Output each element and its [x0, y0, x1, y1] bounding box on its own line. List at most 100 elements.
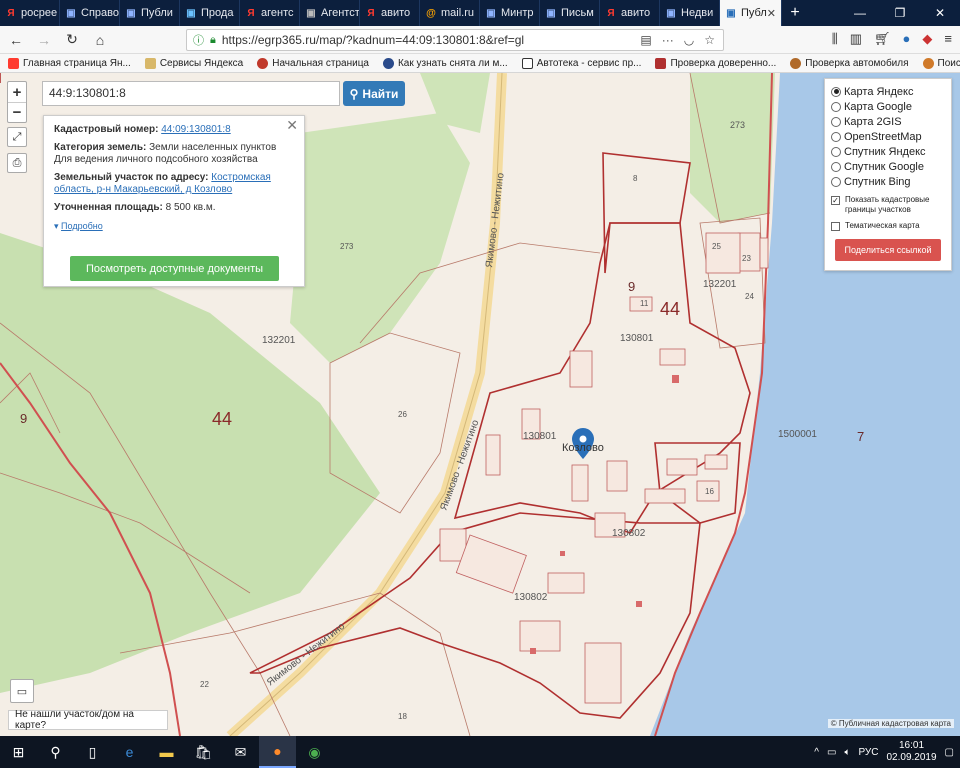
browser-tab[interactable]: @ mail.ru — [420, 0, 480, 26]
not-found-link[interactable]: Не нашли участок/дом на карте? — [8, 709, 168, 731]
browser-tab[interactable]: ▣Агентство — [300, 0, 360, 26]
map-area[interactable]: Козлово Якимово - Нежитино Якимово - Неж… — [0, 73, 960, 736]
zoom-out-button[interactable]: − — [8, 102, 26, 122]
share-link-button[interactable]: Поделиться ссылкой — [835, 239, 941, 261]
new-tab-button[interactable]: + — [782, 0, 808, 26]
search-icon[interactable]: ⚲ — [37, 736, 74, 768]
layer-option[interactable]: Карта Яндекс — [831, 84, 945, 99]
pocket-icon[interactable]: ◡ — [684, 33, 694, 47]
network-icon[interactable]: ▭ — [827, 747, 836, 758]
fullscreen-button[interactable]: ⤢ — [7, 127, 27, 147]
minimize-icon[interactable]: — — [840, 0, 880, 26]
library-icon[interactable]: ⫼ — [832, 31, 838, 47]
print-button[interactable]: ⎙ — [7, 153, 27, 173]
map-label: 16 — [705, 487, 714, 496]
browser-tab[interactable]: ▣ Письм — [540, 0, 600, 26]
mail-icon[interactable]: ✉ — [222, 736, 259, 768]
layer-option[interactable]: Карта Google — [831, 99, 945, 114]
layer-option[interactable]: Карта 2GIS — [831, 114, 945, 129]
close-icon[interactable]: ✕ — [286, 118, 298, 132]
layer-option[interactable]: Спутник Яндекс — [831, 144, 945, 159]
details-toggle[interactable]: ▾ Подробно — [54, 220, 294, 232]
volume-icon[interactable]: 🔈︎ — [844, 747, 850, 758]
cadastral-search-input[interactable]: 44:9:130801:8 — [42, 81, 340, 106]
browser-tab[interactable]: ▣ Публи — [120, 0, 180, 26]
tray-arrow-icon[interactable]: ^ — [814, 747, 819, 758]
bookmark[interactable]: Автотека - сервис пр... — [521, 57, 641, 69]
view-documents-button[interactable]: Посмотреть доступные документы — [70, 256, 279, 281]
home-icon[interactable]: ⌂ — [88, 28, 112, 52]
browser-tab[interactable]: Яавито — [600, 0, 660, 26]
chrome-icon[interactable]: ◉ — [296, 736, 333, 768]
browser-tab[interactable]: Яросрее — [0, 0, 60, 26]
windows-start-icon[interactable]: ⊞ — [0, 736, 37, 768]
yandex-icon — [8, 57, 19, 69]
browser-tab[interactable]: Яавито — [360, 0, 420, 26]
browser-tab-active[interactable]: ▣ Публ ✕ — [720, 0, 782, 26]
browser-tab[interactable]: ▣ Недви — [660, 0, 720, 26]
store-icon[interactable]: 🛍︎ — [185, 736, 222, 768]
layer-option[interactable]: Спутник Bing — [831, 174, 945, 189]
browser-tab[interactable]: ▣ Справо — [60, 0, 120, 26]
bookmark[interactable]: Поиск залога на маш... — [922, 57, 960, 69]
page-actions-icon[interactable]: ··· — [662, 33, 674, 47]
zoom-in-button[interactable]: + — [8, 82, 26, 102]
language-indicator[interactable]: РУС — [858, 747, 878, 758]
url-text[interactable]: https://egrp365.ru/map/?kadnum=44:09:130… — [222, 33, 524, 47]
bookmark-star-icon[interactable]: ☆ — [704, 33, 715, 47]
reader-view-icon[interactable]: ▤ — [640, 33, 651, 47]
bookmark[interactable]: Как узнать снята ли м... — [382, 57, 508, 69]
radio[interactable] — [831, 146, 841, 157]
forward-icon[interactable]: → — [32, 28, 56, 52]
radio[interactable] — [831, 101, 841, 112]
yandex-icon: Я — [7, 7, 15, 19]
checkbox[interactable] — [831, 222, 840, 231]
clock[interactable]: 16:01 02.09.2019 — [886, 740, 936, 764]
bookmark[interactable]: Начальная страница — [257, 57, 369, 69]
bookmark[interactable]: Проверка автомобиля — [790, 57, 909, 69]
close-icon[interactable]: ✕ — [767, 7, 776, 20]
radio[interactable] — [831, 161, 841, 172]
radio[interactable] — [831, 116, 841, 127]
reload-icon[interactable]: ↻ — [60, 28, 84, 52]
cadastral-number-link[interactable]: 44:09:130801:8 — [161, 124, 231, 135]
search-button[interactable]: ⚲ Найти — [343, 81, 405, 106]
addon-icon[interactable]: ● — [903, 31, 911, 47]
addon-icon[interactable]: ◆ — [922, 31, 932, 47]
edge-icon[interactable]: e — [111, 736, 148, 768]
browser-tab[interactable]: ▣ Минтр — [480, 0, 540, 26]
draw-area-button[interactable]: ▭ — [10, 679, 34, 703]
road-label: Якимово - Нежитино — [484, 172, 507, 269]
bookmark[interactable]: Сервисы Яндекса — [144, 57, 243, 69]
browser-tab[interactable]: ▣ Прода — [180, 0, 240, 26]
map-label: 25 — [712, 242, 721, 251]
info-icon[interactable]: ⓘ — [193, 32, 204, 48]
menu-icon[interactable]: ≡ — [944, 31, 952, 47]
radio-selected[interactable] — [831, 86, 841, 97]
show-borders-checkbox[interactable]: ✓ Показать кадастровые границы участков — [831, 195, 945, 215]
browser-tab[interactable]: Яагентс — [240, 0, 300, 26]
checkbox-checked[interactable]: ✓ — [831, 196, 840, 205]
taskbar: ⊞ ⚲ ▯ e ▬ 🛍︎ ✉ ● ◉ ^ ▭ 🔈︎ РУС 16:01 02.0… — [0, 736, 960, 768]
layer-option[interactable]: Спутник Google — [831, 159, 945, 174]
address-bar[interactable]: ⓘ 🔒︎ https://egrp365.ru/map/?kadnum=44:0… — [186, 29, 724, 51]
radio[interactable] — [831, 176, 841, 187]
sidebar-icon[interactable]: ▥ — [850, 31, 862, 47]
layer-option[interactable]: OpenStreetMap — [831, 129, 945, 144]
thematic-map-checkbox[interactable]: Тематическая карта — [831, 221, 945, 231]
map-label: 1500001 — [778, 429, 817, 440]
task-view-icon[interactable]: ▯ — [74, 736, 111, 768]
shield-icon — [655, 57, 667, 69]
explorer-icon[interactable]: ▬ — [148, 736, 185, 768]
map-label: 9 — [628, 279, 635, 294]
close-window-icon[interactable]: ✕ — [920, 0, 960, 26]
radio[interactable] — [831, 131, 841, 142]
cart-icon[interactable]: 🛒︎ — [874, 31, 891, 47]
back-icon[interactable]: ← — [4, 28, 28, 52]
bookmark[interactable]: Главная страница Ян... — [8, 57, 131, 69]
notifications-icon[interactable]: ▢ — [945, 747, 954, 758]
maximize-icon[interactable]: ❐ — [880, 0, 920, 26]
bookmark[interactable]: Проверка доверенно... — [655, 57, 776, 69]
firefox-icon[interactable]: ● — [259, 736, 296, 768]
map-label: 22 — [200, 680, 209, 689]
